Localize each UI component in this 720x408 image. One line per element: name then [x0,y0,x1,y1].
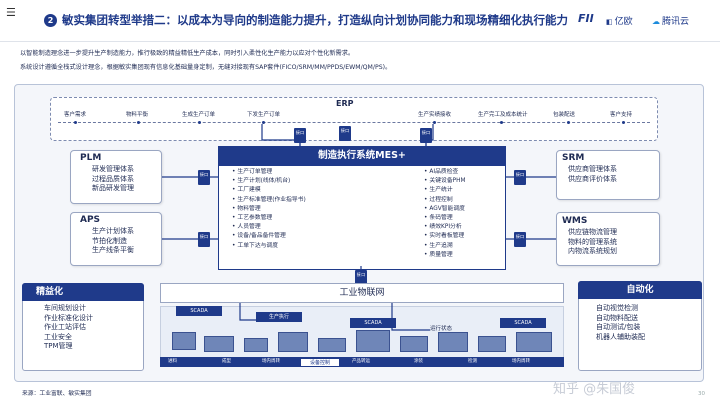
watermark: 知乎 @朱国俊 [553,382,636,397]
device-control-label: 设备控制 [300,358,340,367]
connector-lines [162,124,556,331]
page-number: 30 [698,391,705,397]
source-note: 来源：工业富联、敏实集团 [22,391,92,397]
